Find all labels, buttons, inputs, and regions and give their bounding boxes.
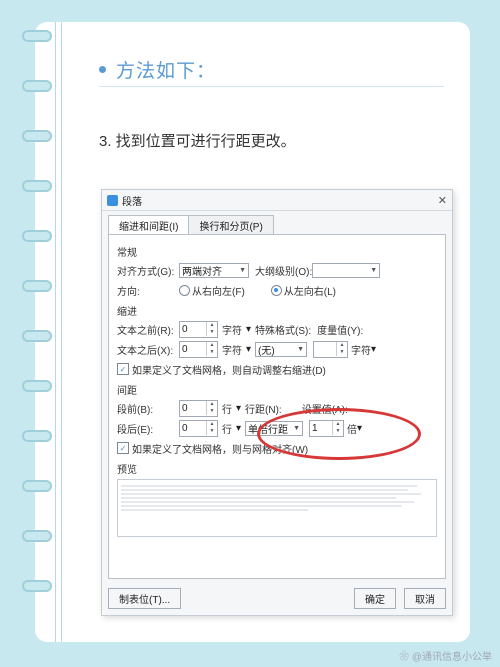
- auto-indent-checkbox[interactable]: ✓: [117, 363, 129, 375]
- radio-ltr[interactable]: [271, 285, 282, 296]
- after-para-label: 段后(E):: [117, 421, 179, 436]
- binder-ring: [22, 230, 52, 242]
- unit-bei: 倍: [347, 421, 357, 436]
- app-icon: [107, 195, 118, 206]
- before-text-spinner[interactable]: 0▲▼: [179, 321, 218, 338]
- close-icon[interactable]: ✕: [438, 194, 447, 207]
- snap-grid-label: 如果定义了文档网格，则与网格对齐(W): [132, 441, 308, 456]
- binder-ring: [22, 30, 52, 42]
- snap-grid-checkbox[interactable]: ✓: [117, 442, 129, 454]
- paragraph-dialog: 段落 ✕ 缩进和间距(I) 换行和分页(P) 常规 对齐方式(G): 两端对齐▼…: [101, 189, 453, 616]
- at-spinner[interactable]: 1▲▼: [309, 420, 344, 437]
- outline-select[interactable]: ▼: [312, 263, 380, 278]
- section-title: 方法如下：: [99, 56, 216, 83]
- watermark: ❀ @通讯信息小公举: [399, 648, 492, 663]
- before-para-spinner[interactable]: 0▲▼: [179, 400, 218, 417]
- tab-strip: 缩进和间距(I) 换行和分页(P): [108, 215, 446, 235]
- by-spinner[interactable]: ▲▼: [313, 341, 348, 358]
- chevron-down-icon: ▼: [370, 267, 377, 274]
- binder-ring: [22, 280, 52, 292]
- section-general: 常规: [117, 244, 437, 259]
- after-text-spinner[interactable]: 0▲▼: [179, 341, 218, 358]
- preview-box: [117, 479, 437, 537]
- binder-ring: [22, 530, 52, 542]
- binder-ring: [22, 430, 52, 442]
- notebook-card: 方法如下： 3. 找到位置可进行行距更改。 段落 ✕ 缩进和间距(I) 换行和分…: [35, 22, 470, 642]
- section-spacing: 间距: [117, 382, 437, 397]
- dialog-title: 段落: [122, 193, 142, 208]
- dialog-body: 常规 对齐方式(G): 两端对齐▼ 大纲级别(O): ▼ 方向: 从右向左(F)…: [108, 234, 446, 579]
- binder-ring: [22, 580, 52, 592]
- tab-indent-spacing[interactable]: 缩进和间距(I): [108, 215, 189, 235]
- tab-line-breaks[interactable]: 换行和分页(P): [188, 215, 273, 235]
- unit-char: 字符: [222, 342, 242, 357]
- by-label: 度量值(Y):: [317, 322, 363, 337]
- unit-line: 行: [222, 421, 232, 436]
- chevron-down-icon: ▼: [297, 346, 304, 353]
- binder-ring: [22, 330, 52, 342]
- special-label: 特殊格式(S):: [255, 322, 311, 337]
- line-spacing-select[interactable]: 单倍行距▼: [245, 421, 303, 436]
- rule-line: [61, 22, 62, 642]
- before-para-label: 段前(B):: [117, 401, 179, 416]
- section-indent: 缩进: [117, 303, 437, 318]
- chevron-down-icon: ▼: [293, 425, 300, 432]
- line-spacing-label: 行距(N):: [245, 401, 282, 416]
- radio-ltr-label: 从左向右(L): [284, 283, 336, 298]
- radio-rtl[interactable]: [179, 285, 190, 296]
- after-para-spinner[interactable]: 0▲▼: [179, 420, 218, 437]
- at-label: 设置值(A):: [302, 401, 348, 416]
- alignment-label: 对齐方式(G):: [117, 263, 179, 278]
- title-text: 方法如下：: [116, 56, 216, 83]
- binder-ring: [22, 380, 52, 392]
- unit-line: 行: [222, 401, 232, 416]
- cancel-button[interactable]: 取消: [404, 588, 446, 609]
- alignment-select[interactable]: 两端对齐▼: [179, 263, 249, 278]
- radio-rtl-label: 从右向左(F): [192, 283, 245, 298]
- binder-ring: [22, 130, 52, 142]
- rule-line: [55, 22, 56, 642]
- step-text: 3. 找到位置可进行行距更改。: [99, 130, 296, 151]
- chevron-down-icon: ▼: [239, 267, 246, 274]
- binder-ring: [22, 80, 52, 92]
- tabs-button[interactable]: 制表位(T)...: [108, 588, 181, 609]
- before-text-label: 文本之前(R):: [117, 322, 179, 337]
- special-select[interactable]: (无)▼: [255, 342, 307, 357]
- binder-ring: [22, 180, 52, 192]
- direction-label: 方向:: [117, 283, 179, 298]
- dialog-titlebar: 段落 ✕: [102, 190, 452, 211]
- auto-indent-label: 如果定义了文档网格，则自动调整右缩进(D): [132, 362, 326, 377]
- ok-button[interactable]: 确定: [354, 588, 396, 609]
- unit-char: 字符: [351, 342, 371, 357]
- dialog-buttons: 制表位(T)... 确定 取消: [102, 588, 452, 609]
- bullet-dot: [99, 66, 106, 73]
- unit-char: 字符: [222, 322, 242, 337]
- outline-label: 大纲级别(O):: [255, 263, 312, 278]
- divider: [99, 86, 444, 87]
- binder-ring: [22, 480, 52, 492]
- section-preview: 预览: [117, 461, 437, 476]
- after-text-label: 文本之后(X):: [117, 342, 179, 357]
